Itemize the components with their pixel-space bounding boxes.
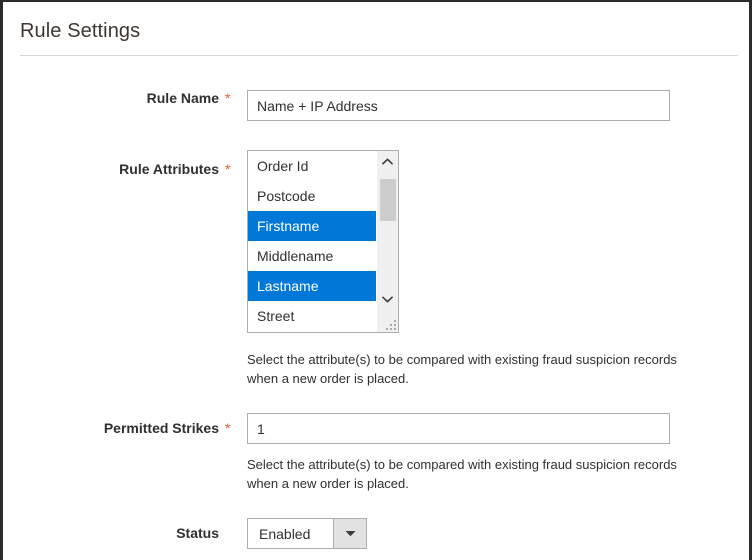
rule-attribute-option[interactable]: Lastname — [248, 271, 376, 301]
status-label: Status — [176, 525, 219, 541]
rule-attributes-option-list[interactable]: Order Id Postcode Firstname Middlename Lastn… — [248, 151, 376, 332]
rule-attribute-option[interactable]: Middlename — [248, 241, 376, 271]
rule-settings-page: Rule Settings Rule Name * Rule Attribute… — [0, 0, 752, 560]
permitted-strikes-required-marker: * — [225, 420, 231, 436]
chevron-up-icon[interactable] — [377, 151, 398, 172]
rule-attribute-option[interactable]: Street — [248, 301, 376, 331]
status-select-value: Enabled — [259, 525, 311, 542]
rule-attributes-label: Rule Attributes — [119, 161, 219, 177]
scrollbar-thumb[interactable] — [380, 179, 396, 221]
caret-down-icon[interactable] — [333, 519, 366, 548]
rule-attributes-scrollbar[interactable] — [376, 151, 398, 332]
rule-attributes-required-marker: * — [225, 161, 231, 177]
page-title: Rule Settings — [20, 20, 141, 42]
status-select[interactable]: Enabled — [247, 518, 367, 549]
rule-attribute-option[interactable]: Order Id — [248, 151, 376, 181]
rule-attribute-option[interactable]: Postcode — [248, 181, 376, 211]
rule-name-input[interactable] — [247, 90, 670, 121]
resize-grip-icon[interactable] — [385, 319, 396, 330]
chevron-down-icon[interactable] — [377, 289, 398, 310]
rule-attributes-note: Select the attribute(s) to be compared w… — [247, 352, 677, 386]
rule-name-label: Rule Name — [146, 90, 219, 106]
rule-name-required-marker: * — [225, 90, 231, 106]
permitted-strikes-input[interactable] — [247, 413, 670, 444]
permitted-strikes-label: Permitted Strikes — [103, 420, 219, 436]
permitted-strikes-note: Select the attribute(s) to be compared w… — [247, 457, 677, 491]
rule-attributes-multiselect[interactable]: Order Id Postcode Firstname Middlename Lastn… — [247, 150, 399, 333]
header-divider — [20, 55, 738, 56]
rule-attribute-option[interactable]: Firstname — [248, 211, 376, 241]
